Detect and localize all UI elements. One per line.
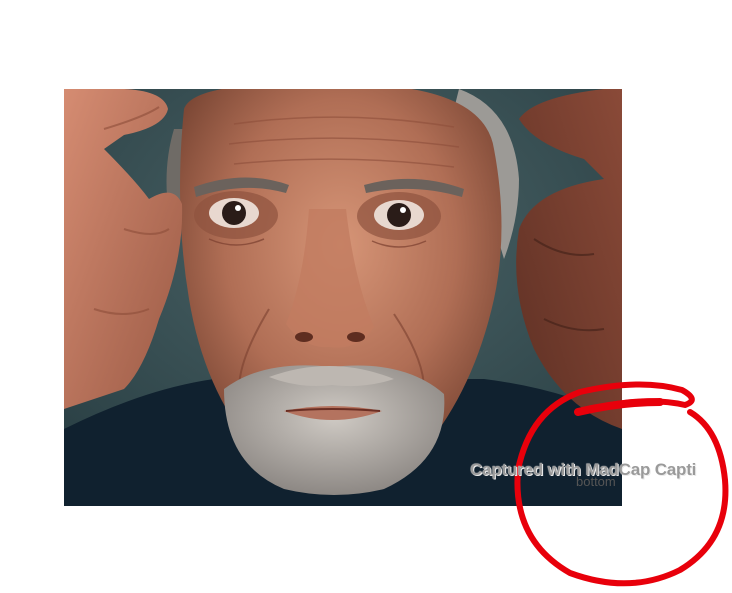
watermark-text: Captured with MadCap Capti [470, 460, 697, 479]
portrait-photo [64, 89, 622, 506]
screen: bottom Captured with MadCap Capti [0, 0, 732, 593]
